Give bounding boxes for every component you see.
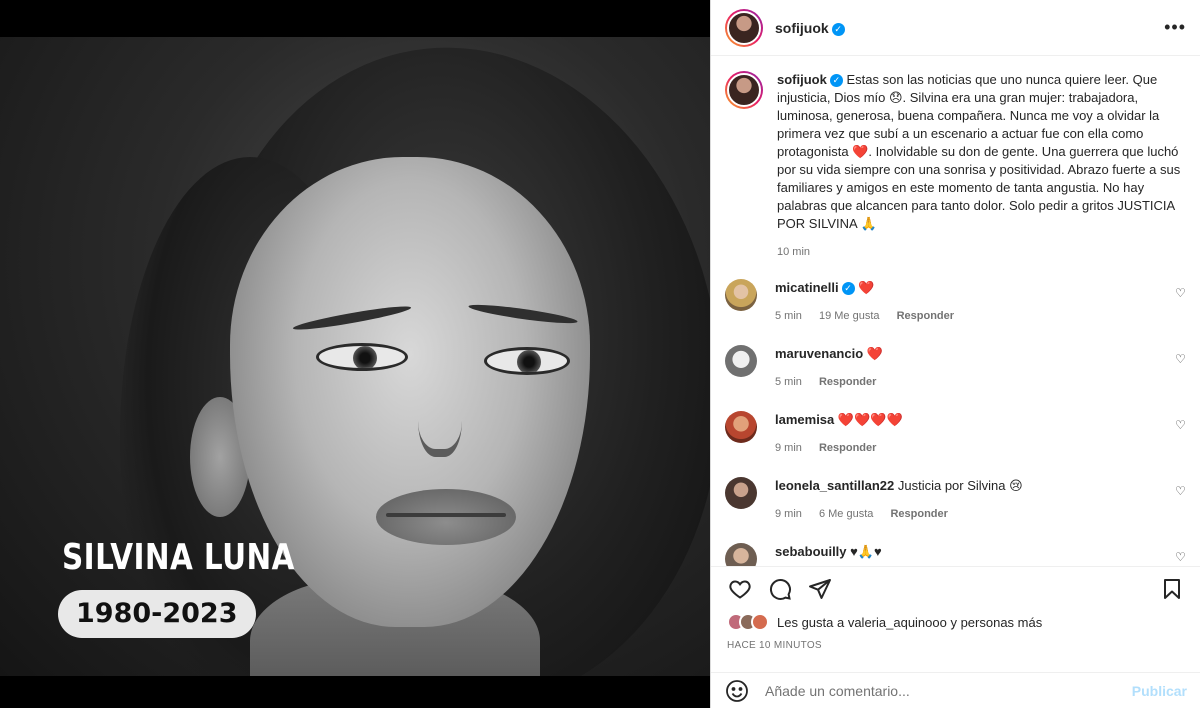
comment-text: ❤️❤️❤️❤️ (837, 412, 903, 427)
post-side-panel: sofijuok ✓ ••• sofijuok ✓ Estas son las no… (710, 0, 1200, 708)
add-comment-bar: Publicar (711, 672, 1200, 708)
post-caption: sofijuok ✓ Estas son las noticias que uno… (725, 71, 1187, 261)
memorial-years-badge: 1980-2023 (58, 590, 256, 638)
comment-item: micatinelli ✓ ❤️ 5 min 19 Me gusta Respon… (725, 279, 1187, 345)
reply-button[interactable]: Responder (890, 508, 947, 520)
nose-shape (418, 367, 462, 457)
caption-avatar[interactable] (725, 71, 763, 109)
commenter-avatar[interactable] (725, 411, 757, 443)
commenter-avatar[interactable] (725, 279, 757, 311)
author-username[interactable]: sofijuok ✓ (775, 20, 845, 36)
post-media[interactable]: SILVINA LUNA 1980-2023 (0, 0, 710, 708)
commenter-avatar[interactable] (725, 345, 757, 377)
likes-text: Les gusta a valeria_aquinooo y personas … (777, 614, 1043, 630)
author-avatar[interactable] (725, 8, 763, 47)
caption-text: Estas son las noticias que uno nunca qui… (777, 72, 1181, 231)
verified-badge-icon: ✓ (829, 73, 843, 87)
comment-bubble-icon[interactable] (767, 576, 793, 602)
comment-username[interactable]: sebabouilly (775, 544, 847, 559)
commenter-avatar[interactable] (725, 477, 757, 509)
verified-badge-icon: ✓ (841, 281, 855, 295)
reply-button[interactable]: Responder (819, 442, 876, 454)
comment-like-heart-icon[interactable]: ♡ (1175, 287, 1187, 299)
comment-item: maruvenancio ❤️ 5 min Responder ♡ (725, 345, 1187, 411)
comment-item: sebabouilly ♥🙏♥ ♡ (725, 543, 1187, 566)
comment-time[interactable]: 9 min (775, 442, 802, 454)
verified-badge-icon: ✓ (831, 22, 845, 36)
comment-item: leonela_santillan22 Justicia por Silvina… (725, 477, 1187, 543)
caption-username[interactable]: sofijuok (777, 72, 827, 87)
comment-username[interactable]: leonela_santillan22 (775, 478, 894, 493)
left-eye (316, 343, 408, 371)
comment-text: ❤️ (858, 280, 875, 295)
emoji-icon[interactable] (725, 679, 749, 703)
like-heart-icon[interactable] (727, 576, 753, 602)
comment-text: ❤️ (866, 346, 883, 361)
comment-time[interactable]: 5 min (775, 376, 802, 388)
post-action-bar (711, 566, 1200, 610)
share-send-icon[interactable] (807, 576, 833, 602)
reply-button[interactable]: Responder (819, 376, 876, 388)
comment-text: Justicia por Silvina 😢 (897, 478, 1023, 493)
comment-time[interactable]: 5 min (775, 310, 802, 322)
right-eye (484, 347, 570, 375)
comment-item: lamemisa ❤️❤️❤️❤️ 9 min Responder ♡ (725, 411, 1187, 477)
instagram-post-view: SILVINA LUNA 1980-2023 sofijuok ✓ ••• sof… (0, 0, 1200, 708)
publish-button[interactable]: Publicar (1132, 683, 1187, 699)
post-header: sofijuok ✓ ••• (711, 0, 1200, 56)
bookmark-icon[interactable] (1159, 576, 1185, 602)
post-timestamp[interactable]: HACE 10 MINUTOS (727, 640, 822, 651)
comment-username[interactable]: lamemisa (775, 412, 834, 427)
reply-button[interactable]: Responder (897, 310, 954, 322)
memorial-photo (0, 37, 710, 676)
comment-input[interactable] (765, 682, 1132, 699)
comment-like-heart-icon[interactable]: ♡ (1175, 353, 1187, 365)
commenter-avatar[interactable] (725, 543, 757, 566)
likes-summary[interactable]: Les gusta a valeria_aquinooo y personas … (727, 613, 1042, 631)
comment-like-heart-icon[interactable]: ♡ (1175, 551, 1187, 563)
lips-shape (376, 489, 516, 545)
comment-like-heart-icon[interactable]: ♡ (1175, 485, 1187, 497)
comment-likes[interactable]: 19 Me gusta (819, 310, 880, 322)
ellipsis-icon[interactable]: ••• (1164, 17, 1186, 38)
comment-username[interactable]: micatinelli (775, 280, 839, 295)
comment-text: ♥🙏♥ (850, 544, 882, 559)
comment-like-heart-icon[interactable]: ♡ (1175, 419, 1187, 431)
comments-scroll[interactable]: sofijuok ✓ Estas son las noticias que uno… (711, 57, 1200, 566)
comment-username[interactable]: maruvenancio (775, 346, 863, 361)
memorial-name: SILVINA LUNA (62, 537, 295, 578)
liker-avatars (727, 613, 769, 631)
comment-likes[interactable]: 6 Me gusta (819, 508, 873, 520)
caption-time[interactable]: 10 min (777, 246, 810, 258)
comment-time[interactable]: 9 min (775, 508, 802, 520)
